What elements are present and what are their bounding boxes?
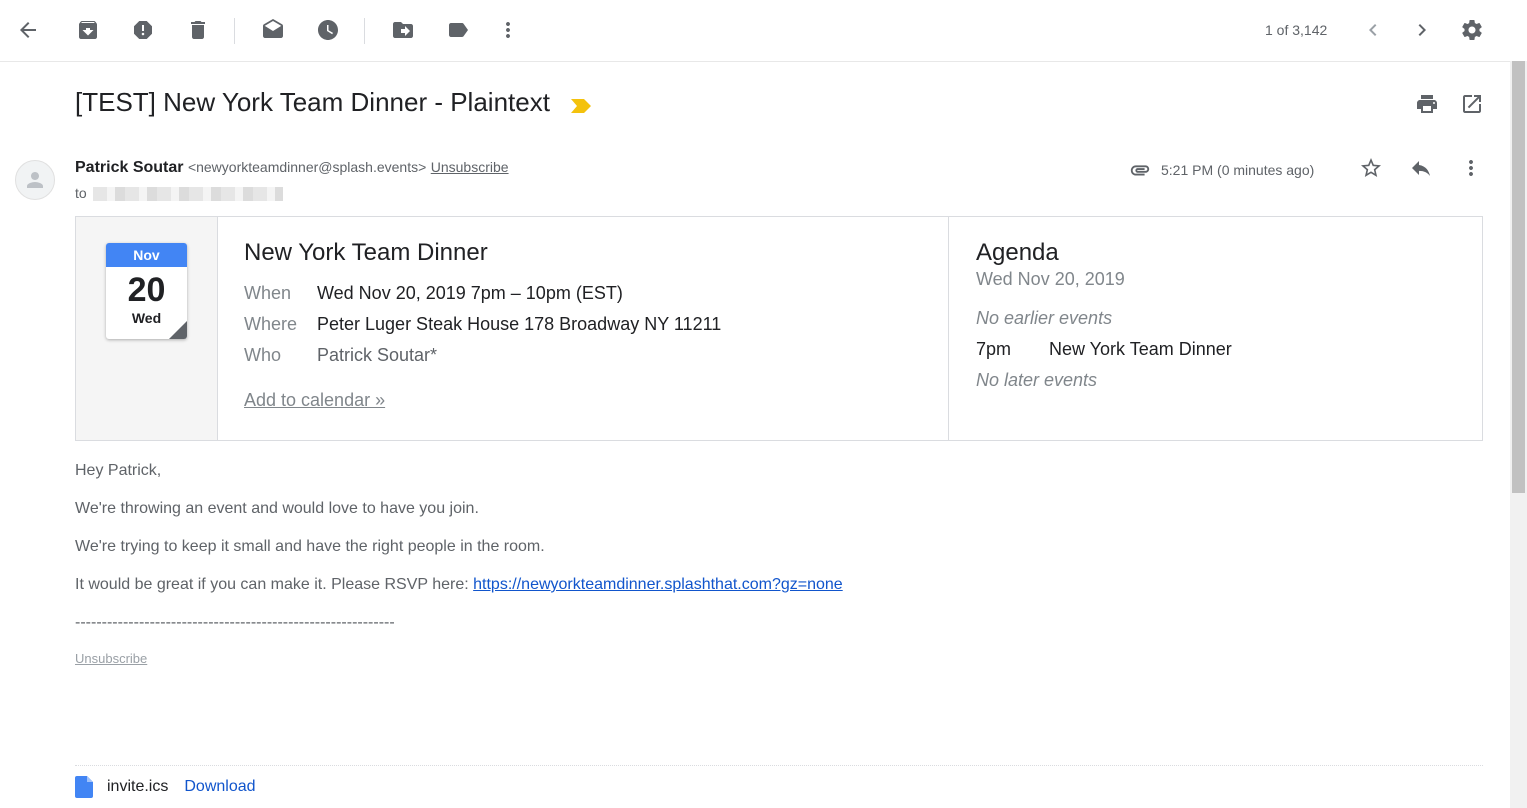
toolbar-divider [234,18,235,44]
where-label: Where [244,314,298,334]
agenda-event-row[interactable]: 7pm New York Team Dinner [976,339,1232,360]
event-who-row: Who Patrick Soutar* [244,345,721,366]
event-details: New York Team Dinner When Wed Nov 20, 20… [244,239,721,411]
sender-line: Patrick Soutar <newyorkteamdinner@splash… [75,159,509,177]
sender-name[interactable]: Patrick Soutar [75,159,183,176]
to-label: to [75,185,87,201]
add-to-calendar-link[interactable]: Add to calendar » [244,390,721,411]
delete-icon[interactable] [186,18,210,42]
event-when-row: When Wed Nov 20, 2019 7pm – 10pm (EST) [244,283,721,304]
footer-unsubscribe: Unsubscribe [75,650,843,668]
attachment-paperclip-icon [1130,165,1150,176]
snooze-icon[interactable] [316,18,340,42]
greeting: Hey Patrick, [75,462,162,479]
attachment-divider [75,765,1483,766]
move-to-icon[interactable] [391,18,415,42]
calendar-month: Nov [106,243,187,267]
agenda-date: Wed Nov 20, 2019 [976,269,1125,289]
where-value: Peter Luger Steak House 178 Broadway NY … [317,314,722,334]
toolbar-divider [364,18,365,44]
separator-line: ----------------------------------------… [75,614,395,631]
body-paragraph: We're trying to keep it small and have t… [75,538,545,555]
report-spam-icon[interactable] [131,18,155,42]
agenda-no-later: No later events [976,370,1098,390]
rsvp-paragraph: It would be great if you can make it. Pl… [75,576,843,594]
agenda-column: Agenda Wed Nov 20, 2019 No earlier event… [948,217,1483,440]
sender-avatar[interactable] [15,160,55,200]
label-icon[interactable] [446,18,470,42]
attachment-filename[interactable]: invite.ics [107,778,168,796]
reply-icon[interactable] [1409,156,1433,180]
calendar-day: 20 [127,271,166,309]
pager-count: 1 of 3,142 [1265,22,1328,38]
subject-text: [TEST] New York Team Dinner - Plaintext [75,87,550,117]
redacted-recipient [92,187,283,202]
when-label: When [244,283,292,303]
message-more-vert-icon[interactable] [1459,156,1483,180]
more-vert-icon[interactable] [496,18,520,42]
rsvp-text: It would be great if you can make it. Pl… [75,576,474,593]
recipient-line[interactable]: to [75,185,283,202]
older-chevron-right-icon[interactable] [1410,18,1434,42]
event-title: New York Team Dinner [244,239,488,266]
person-icon [27,172,43,188]
back-arrow-icon[interactable] [16,18,40,42]
open-in-new-window-icon[interactable] [1460,92,1484,116]
calendar-page-fold [169,321,187,339]
calendar-date-icon: Nov 20 Wed [106,243,187,339]
unsubscribe-link[interactable]: Unsubscribe [431,159,509,175]
timestamp-area: 5:21 PM (0 minutes ago) [1129,159,1314,181]
scrollbar[interactable] [1510,61,1527,808]
body-paragraph: We're throwing an event and would love t… [75,500,479,517]
event-where-row: Where Peter Luger Steak House 178 Broadw… [244,314,721,335]
newer-chevron-left-icon[interactable] [1361,18,1385,42]
sender-email: <newyorkteamdinner@splash.events> [187,159,427,175]
print-icon[interactable] [1415,92,1439,116]
agenda-event-name: New York Team Dinner [1049,339,1232,359]
important-marker-icon[interactable] [571,89,592,120]
calendar-invite-card: Nov 20 Wed New York Team Dinner When Wed… [75,216,1483,441]
agenda-event-time: 7pm [976,339,1012,359]
scrollbar-thumb[interactable] [1512,61,1525,493]
toolbar: 1 of 3,142 [0,0,1510,62]
star-icon[interactable] [1359,156,1383,180]
timestamp: 5:21 PM (0 minutes ago) [1161,162,1315,178]
agenda-title: Agenda [976,239,1059,266]
agenda-no-earlier: No earlier events [976,308,1113,328]
mark-unread-icon[interactable] [261,18,285,42]
file-doc-icon [75,776,93,798]
settings-gear-icon[interactable] [1460,18,1484,42]
rsvp-link[interactable]: https://newyorkteamdinner.splashthat.com… [473,576,843,593]
archive-icon[interactable] [76,18,100,42]
attachment-row: invite.ics Download [75,776,256,798]
calendar-date-column: Nov 20 Wed [76,217,218,440]
who-label: Who [244,345,282,365]
download-link[interactable]: Download [184,778,255,796]
who-value: Patrick Soutar* [317,345,438,365]
when-value: Wed Nov 20, 2019 7pm – 10pm (EST) [317,283,623,303]
footer-unsubscribe-link[interactable]: Unsubscribe [75,651,147,666]
email-body: Hey Patrick, We're throwing an event and… [75,462,843,688]
email-subject: [TEST] New York Team Dinner - Plaintext [75,87,592,120]
